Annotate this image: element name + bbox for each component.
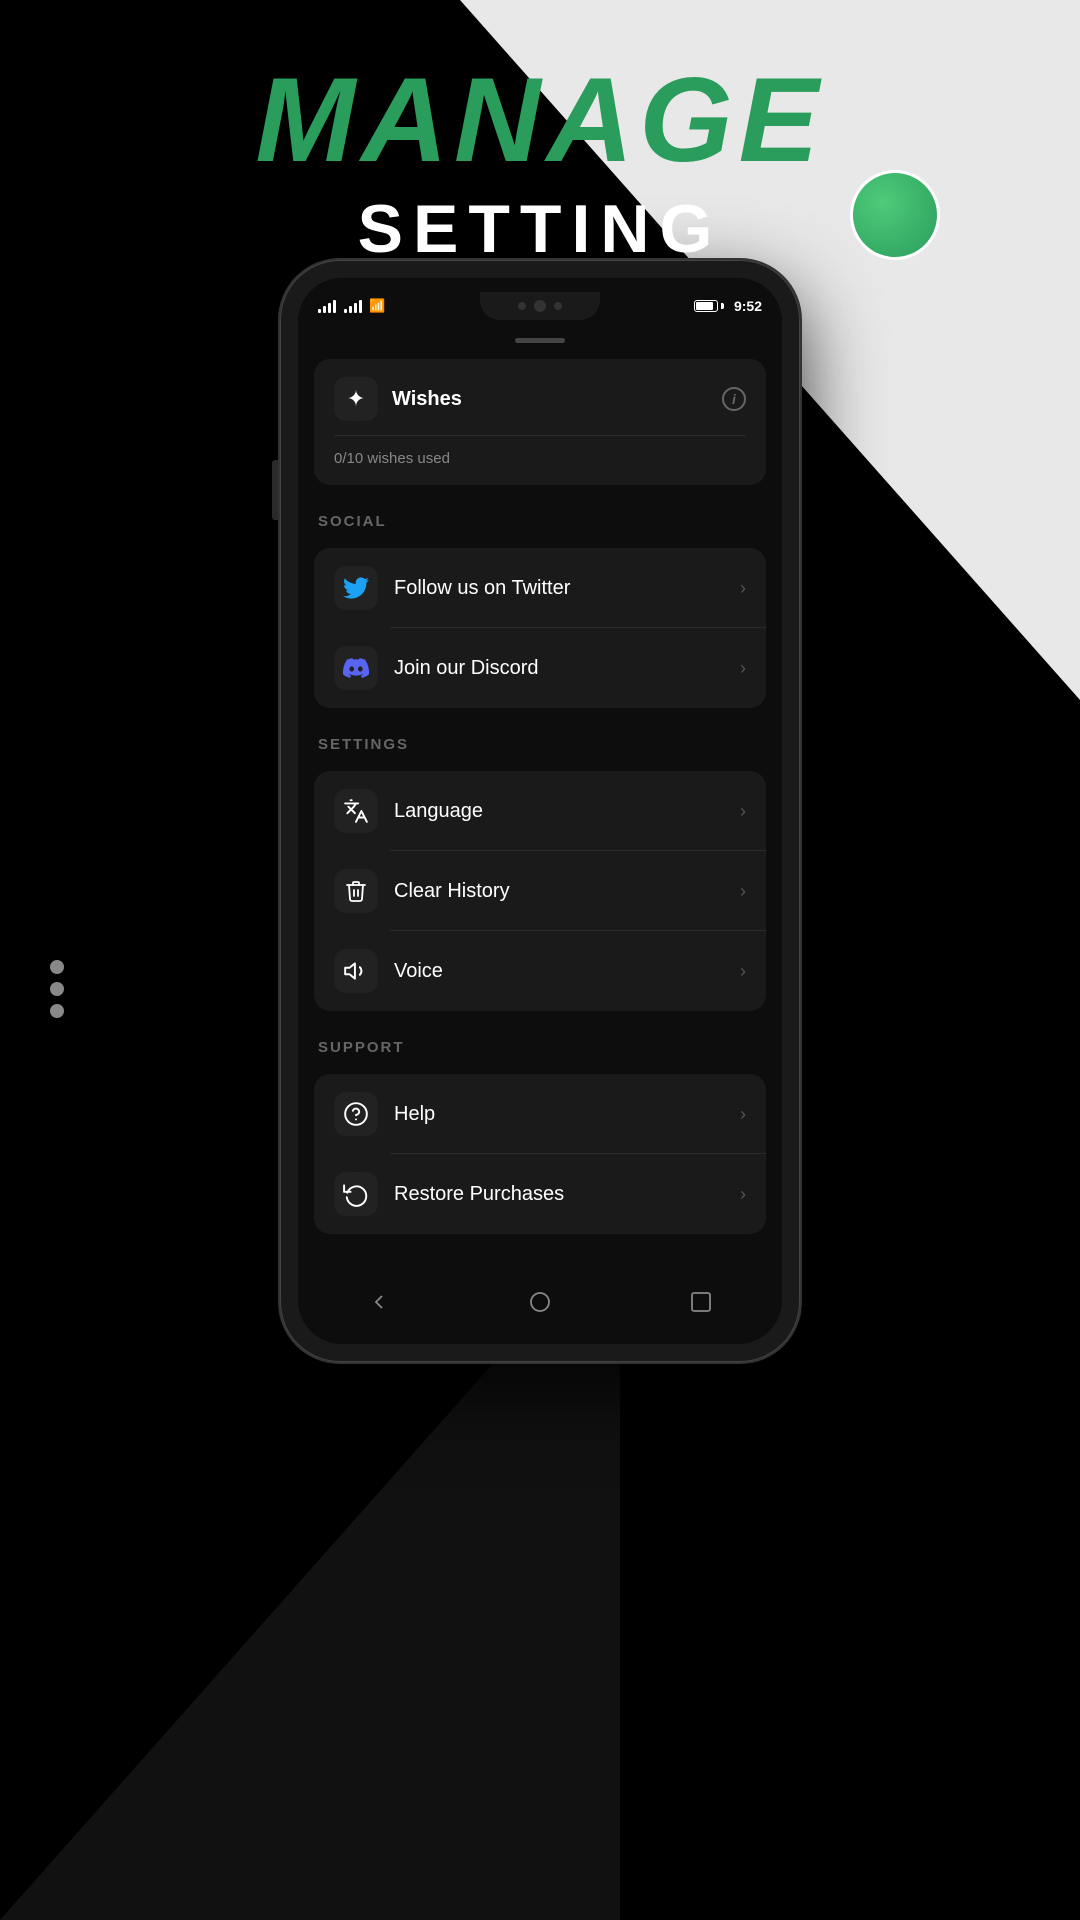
language-label: Language <box>394 800 724 823</box>
wishes-count: 0/10 wishes used <box>334 450 746 467</box>
phone-body: 📶 9:52 <box>280 260 800 1362</box>
volume-icon <box>334 949 378 993</box>
drag-handle <box>515 338 565 343</box>
voice-menu-item[interactable]: Voice › <box>314 931 766 1011</box>
language-icon <box>334 789 378 833</box>
dot-2 <box>50 982 64 996</box>
phone-screen: 📶 9:52 <box>298 278 782 1344</box>
notch <box>480 292 600 320</box>
screen-content: ✦ Wishes i 0/10 wishes used SOCIAL <box>298 359 782 1274</box>
twitter-menu-item[interactable]: Follow us on Twitter › <box>314 548 766 628</box>
social-menu-group: Follow us on Twitter › Join our Discord … <box>314 548 766 708</box>
twitter-chevron: › <box>740 578 746 599</box>
help-chevron: › <box>740 1104 746 1125</box>
phone-mockup: 📶 9:52 <box>280 260 800 1362</box>
clear-history-label: Clear History <box>394 880 724 903</box>
green-circle-decoration <box>850 170 940 260</box>
status-bar: 📶 9:52 <box>298 278 782 330</box>
three-dots-decoration <box>50 960 64 1018</box>
wishes-card[interactable]: ✦ Wishes i 0/10 wishes used <box>314 359 766 485</box>
battery-indicator <box>694 300 724 312</box>
notch-sensor-2 <box>554 302 562 310</box>
wifi-icon: 📶 <box>369 298 385 314</box>
restore-menu-item[interactable]: Restore Purchases › <box>314 1154 766 1234</box>
notch-camera <box>534 300 546 312</box>
help-label: Help <box>394 1103 724 1126</box>
support-menu-group: Help › Restore Purchases › <box>314 1074 766 1234</box>
home-nav-icon[interactable] <box>528 1290 552 1320</box>
signal-bars-2 <box>344 299 362 313</box>
language-menu-item[interactable]: Language › <box>314 771 766 851</box>
support-section-label: SUPPORT <box>314 1031 766 1064</box>
help-menu-item[interactable]: Help › <box>314 1074 766 1154</box>
navigation-bar <box>298 1274 782 1344</box>
social-section-label: SOCIAL <box>314 505 766 538</box>
wishes-title: Wishes <box>392 388 708 411</box>
language-chevron: › <box>740 801 746 822</box>
recents-nav-icon[interactable] <box>689 1290 713 1320</box>
info-icon[interactable]: i <box>722 387 746 411</box>
dot-1 <box>50 960 64 974</box>
restore-icon <box>334 1172 378 1216</box>
help-icon <box>334 1092 378 1136</box>
settings-section-label: SETTINGS <box>314 728 766 761</box>
wishes-header: ✦ Wishes i <box>334 377 746 421</box>
discord-icon <box>334 646 378 690</box>
discord-label: Join our Discord <box>394 657 724 680</box>
wishes-icon: ✦ <box>334 377 378 421</box>
voice-chevron: › <box>740 961 746 982</box>
discord-chevron: › <box>740 658 746 679</box>
twitter-icon <box>334 566 378 610</box>
notch-sensor <box>518 302 526 310</box>
back-nav-icon[interactable] <box>367 1290 391 1320</box>
notch-area <box>480 292 600 320</box>
status-right: 9:52 <box>694 298 762 314</box>
discord-menu-item[interactable]: Join our Discord › <box>314 628 766 708</box>
settings-menu-group: Language › <box>314 771 766 1011</box>
manage-title: MANAGE <box>0 60 1080 180</box>
dot-3 <box>50 1004 64 1018</box>
signal-bars-1 <box>318 299 336 313</box>
clear-history-chevron: › <box>740 881 746 902</box>
wishes-divider <box>334 435 746 436</box>
status-left: 📶 <box>318 298 385 314</box>
restore-label: Restore Purchases <box>394 1183 724 1206</box>
trash-icon <box>334 869 378 913</box>
restore-chevron: › <box>740 1184 746 1205</box>
status-time: 9:52 <box>734 298 762 314</box>
voice-label: Voice <box>394 960 724 983</box>
twitter-label: Follow us on Twitter <box>394 577 724 600</box>
clear-history-menu-item[interactable]: Clear History › <box>314 851 766 931</box>
